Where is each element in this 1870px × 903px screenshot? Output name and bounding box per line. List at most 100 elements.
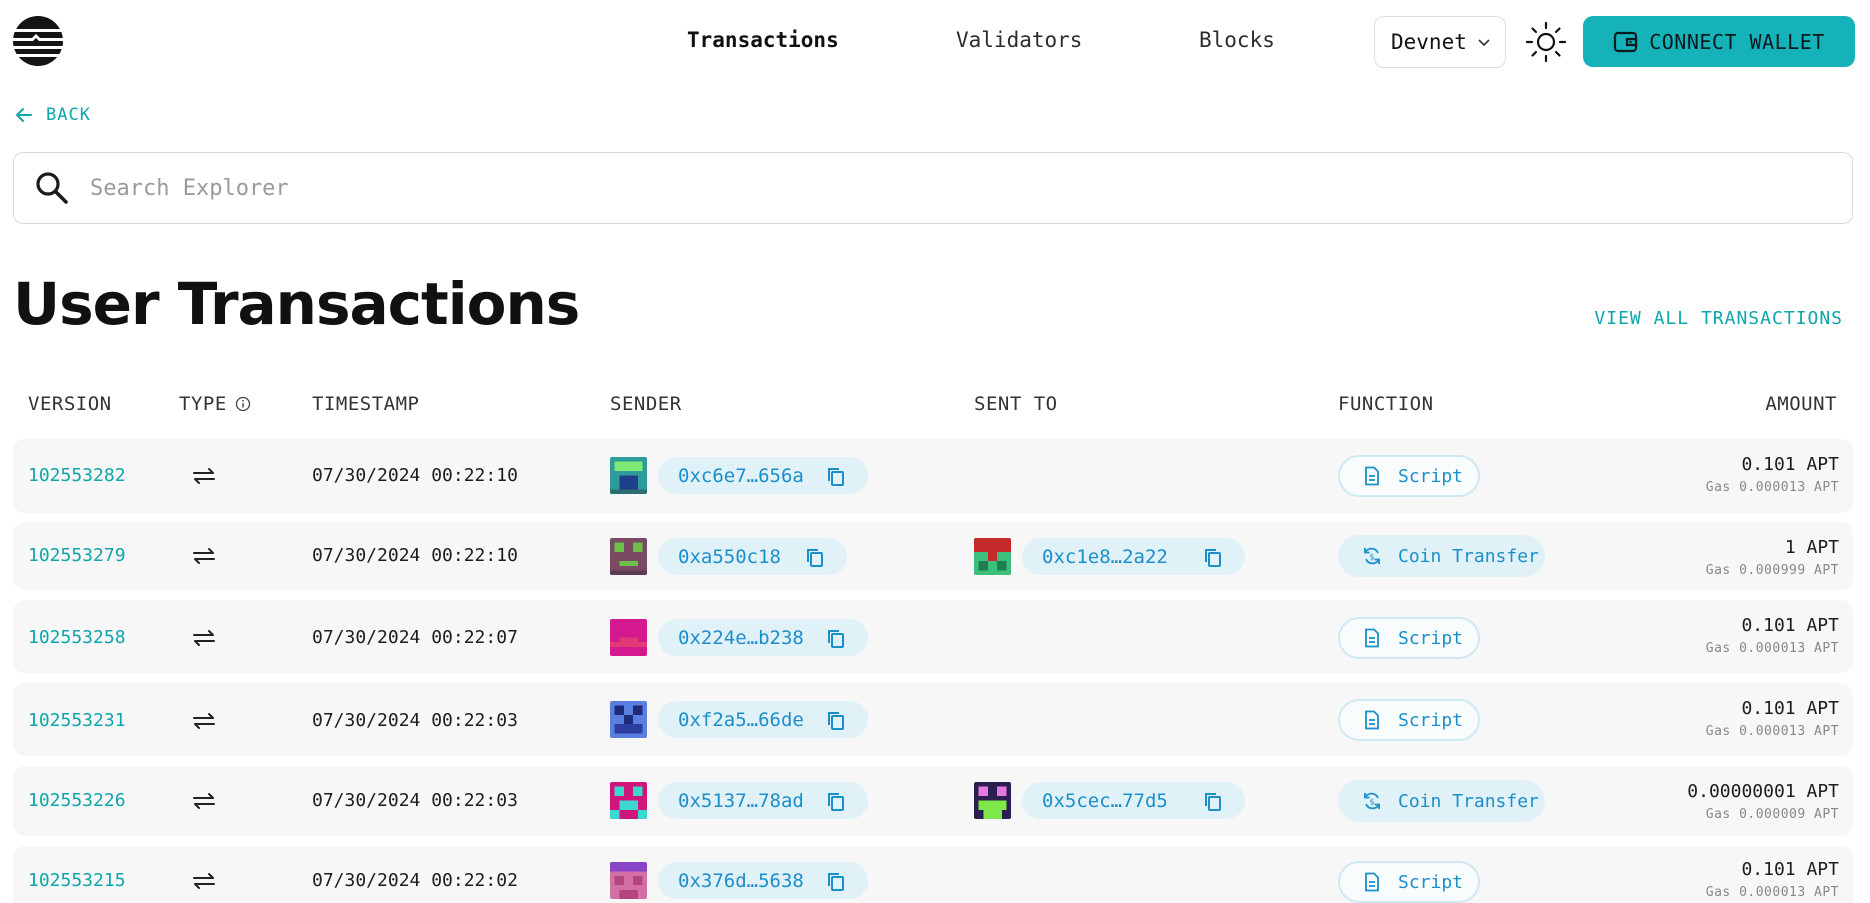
amount: 0.101 APT [1741, 698, 1839, 719]
gas-fee: Gas 0.000999 APT [1705, 563, 1839, 578]
sender-address-text: 0xf2a5…66de [678, 708, 804, 731]
sender-avatar [610, 619, 647, 656]
gas-fee: Gas 0.000013 APT [1705, 480, 1839, 495]
function-label: Script [1398, 709, 1464, 731]
amount: 1 APT [1784, 537, 1839, 558]
search-icon [36, 172, 68, 204]
table-row[interactable]: 102553258 07/30/2024 00:22:07 0x224e…b23… [13, 600, 1853, 673]
sender-address-text: 0x5137…78ad [678, 789, 804, 812]
nav-validators[interactable]: Validators [956, 28, 1082, 52]
document-icon [1365, 628, 1379, 648]
version-link[interactable]: 102553231 [28, 710, 126, 731]
function-label: Script [1398, 465, 1464, 487]
refresh-coin-icon: $ [1364, 792, 1380, 810]
sender-address[interactable]: 0x224e…b238 [658, 619, 868, 656]
amount: 0.00000001 APT [1687, 781, 1839, 802]
copy-icon[interactable] [805, 547, 825, 569]
refresh-coin-icon: $ [1364, 547, 1380, 565]
timestamp: 07/30/2024 00:22:03 [312, 790, 518, 811]
sender-address[interactable]: 0x376d…5638 [658, 862, 868, 899]
sender-address-text: 0x376d…5638 [678, 869, 804, 892]
arrow-left-icon [15, 108, 32, 122]
function-badge[interactable]: $ Coin Transfer [1338, 535, 1545, 577]
sun-icon[interactable] [1524, 20, 1568, 64]
sender-address[interactable]: 0xf2a5…66de [658, 701, 868, 738]
view-all-transactions-link[interactable]: VIEW ALL TRANSACTIONS [1594, 308, 1843, 329]
sender-address[interactable]: 0x5137…78ad [658, 782, 868, 819]
sender-address[interactable]: 0xc6e7…656a [658, 457, 868, 494]
function-badge[interactable]: Script [1338, 617, 1480, 659]
sender-avatar [610, 782, 647, 819]
timestamp: 07/30/2024 00:22:10 [312, 545, 518, 566]
amount: 0.101 APT [1741, 615, 1839, 636]
header-version[interactable]: VERSION [28, 393, 112, 415]
sender-avatar [610, 457, 647, 494]
function-label: Coin Transfer [1398, 790, 1539, 812]
header-type[interactable]: TYPE [179, 393, 251, 415]
sender-avatar [610, 701, 647, 738]
sender-address-text: 0xa550c18 [678, 545, 781, 568]
copy-icon[interactable] [826, 791, 846, 813]
transfer-arrows-icon [193, 713, 215, 729]
info-icon[interactable] [235, 396, 251, 412]
header-function[interactable]: FUNCTION [1338, 393, 1434, 415]
document-icon [1365, 872, 1379, 892]
copy-icon[interactable] [826, 628, 846, 650]
document-icon [1365, 710, 1379, 730]
copy-icon[interactable] [1203, 547, 1223, 569]
timestamp: 07/30/2024 00:22:03 [312, 710, 518, 731]
nav-transactions[interactable]: Transactions [687, 28, 839, 52]
function-badge[interactable]: Script [1338, 861, 1480, 903]
header-timestamp[interactable]: TIMESTAMP [312, 393, 419, 415]
connect-wallet-label: CONNECT WALLET [1649, 29, 1825, 54]
aptos-logo-icon[interactable] [12, 15, 64, 67]
svg-text:$: $ [1369, 553, 1374, 562]
table-row[interactable]: 102553231 07/30/2024 00:22:03 0xf2a5…66d… [13, 683, 1853, 756]
function-badge[interactable]: $ Coin Transfer [1338, 780, 1545, 822]
version-link[interactable]: 102553282 [28, 465, 126, 486]
header-sender[interactable]: SENDER [610, 393, 682, 415]
transfer-arrows-icon [193, 873, 215, 889]
transfer-arrows-icon [193, 793, 215, 809]
recipient-address-text: 0x5cec…77d5 [1042, 789, 1168, 812]
header-type-label: TYPE [179, 393, 227, 415]
function-badge[interactable]: Script [1338, 455, 1480, 497]
table-row[interactable]: 102553279 07/30/2024 00:22:10 0xa550c18 … [13, 522, 1853, 590]
transfer-arrows-icon [193, 630, 215, 646]
timestamp: 07/30/2024 00:22:10 [312, 465, 518, 486]
header-sent-to[interactable]: SENT TO [974, 393, 1058, 415]
copy-icon[interactable] [826, 466, 846, 488]
gas-fee: Gas 0.000013 APT [1705, 641, 1839, 656]
gas-fee: Gas 0.000009 APT [1705, 807, 1839, 822]
search-input[interactable] [90, 175, 1790, 201]
wallet-icon [1614, 31, 1638, 52]
back-button[interactable]: BACK [14, 105, 91, 125]
version-link[interactable]: 102553226 [28, 790, 126, 811]
header-amount[interactable]: AMOUNT [1765, 393, 1837, 415]
nav-blocks[interactable]: Blocks [1199, 28, 1275, 52]
connect-wallet-button[interactable]: CONNECT WALLET [1583, 16, 1855, 67]
timestamp: 07/30/2024 00:22:07 [312, 627, 518, 648]
sender-address-text: 0x224e…b238 [678, 626, 804, 649]
amount: 0.101 APT [1741, 859, 1839, 880]
function-badge[interactable]: Script [1338, 699, 1480, 741]
recipient-address[interactable]: 0xc1e8…2a22 [1022, 538, 1245, 575]
timestamp: 07/30/2024 00:22:02 [312, 870, 518, 891]
copy-icon[interactable] [1203, 791, 1223, 813]
version-link[interactable]: 102553215 [28, 870, 126, 891]
back-label: BACK [46, 105, 91, 125]
recipient-avatar [974, 782, 1011, 819]
version-link[interactable]: 102553279 [28, 545, 126, 566]
network-select[interactable]: Devnet [1374, 16, 1506, 68]
version-link[interactable]: 102553258 [28, 627, 126, 648]
recipient-address-text: 0xc1e8…2a22 [1042, 545, 1168, 568]
copy-icon[interactable] [826, 710, 846, 732]
copy-icon[interactable] [826, 871, 846, 893]
table-row[interactable]: 102553226 07/30/2024 00:22:03 0x5137…78a… [13, 766, 1853, 836]
sender-address[interactable]: 0xa550c18 [658, 538, 847, 575]
table-row[interactable]: 102553282 07/30/2024 00:22:10 0xc6e7…656… [13, 439, 1853, 513]
sender-avatar [610, 538, 647, 575]
amount: 0.101 APT [1741, 454, 1839, 475]
table-row[interactable]: 102553215 07/30/2024 00:22:02 0x376d…563… [13, 846, 1853, 903]
recipient-address[interactable]: 0x5cec…77d5 [1022, 782, 1245, 819]
